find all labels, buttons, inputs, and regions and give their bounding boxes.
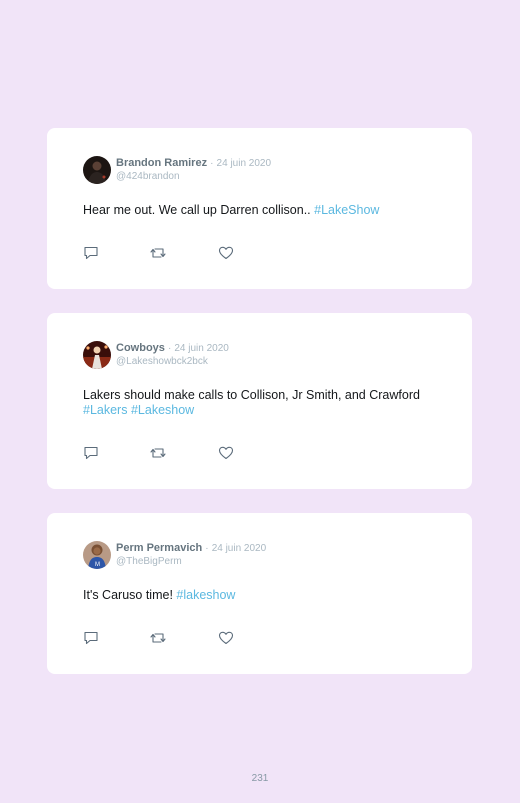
tweet-date[interactable]: 24 juin 2020: [217, 158, 272, 169]
retweet-icon[interactable]: [150, 630, 166, 646]
like-icon[interactable]: [218, 445, 234, 461]
page-number: 231: [251, 773, 269, 784]
author-handle[interactable]: @TheBigPerm: [116, 555, 266, 568]
separator-dot: ·: [167, 343, 172, 354]
retweet-icon[interactable]: [150, 245, 166, 261]
hashtag-link[interactable]: #Lakeshow: [131, 403, 194, 417]
tweet-text: Lakers should make calls to Collison, Jr…: [83, 388, 423, 418]
tweet-actions: [83, 245, 253, 261]
author-name[interactable]: Brandon Ramirez: [116, 157, 207, 169]
reply-icon[interactable]: [83, 630, 99, 646]
tweet-text: Hear me out. We call up Darren collison.…: [83, 203, 423, 218]
tweet-meta: Perm Permavich · 24 juin 2020 @TheBigPer…: [116, 542, 266, 568]
author-handle[interactable]: @Lakeshowbck2bck: [116, 355, 229, 368]
hashtag-link[interactable]: #LakeShow: [314, 203, 379, 217]
author-name[interactable]: Cowboys: [116, 342, 165, 354]
tweet-meta: Cowboys · 24 juin 2020 @Lakeshowbck2bck: [116, 342, 229, 368]
tweet-date[interactable]: 24 juin 2020: [174, 343, 229, 354]
separator-dot: ·: [210, 158, 214, 169]
reply-icon[interactable]: [83, 245, 99, 261]
svg-text:M: M: [95, 562, 100, 568]
like-icon[interactable]: [218, 245, 234, 261]
tweet-body: It's Caruso time!: [83, 588, 177, 602]
tweet-card: Cowboys · 24 juin 2020 @Lakeshowbck2bck …: [47, 313, 472, 489]
author-name[interactable]: Perm Permavich: [116, 542, 202, 554]
tweet-text: It's Caruso time! #lakeshow: [83, 588, 423, 603]
hashtag-link[interactable]: #lakeshow: [176, 588, 235, 602]
tweet-meta: Brandon Ramirez · 24 juin 2020 @424brand…: [116, 157, 271, 183]
retweet-icon[interactable]: [150, 445, 166, 461]
hashtag-link[interactable]: #Lakers: [83, 403, 127, 417]
separator-dot: ·: [205, 543, 209, 554]
tweet-card: Brandon Ramirez · 24 juin 2020 @424brand…: [47, 128, 472, 289]
author-handle[interactable]: @424brandon: [116, 170, 271, 183]
tweet-card: M Perm Permavich · 24 juin 2020 @TheBigP…: [47, 513, 472, 674]
avatar[interactable]: [83, 341, 111, 369]
tweet-actions: [83, 630, 253, 646]
like-icon[interactable]: [218, 630, 234, 646]
tweet-body: Hear me out. We call up Darren collison.…: [83, 203, 315, 217]
tweet-date[interactable]: 24 juin 2020: [212, 543, 267, 554]
avatar[interactable]: [83, 156, 111, 184]
tweet-body: Lakers should make calls to Collison, Jr…: [83, 388, 420, 402]
tweet-actions: [83, 445, 253, 461]
reply-icon[interactable]: [83, 445, 99, 461]
avatar[interactable]: M: [83, 541, 111, 569]
